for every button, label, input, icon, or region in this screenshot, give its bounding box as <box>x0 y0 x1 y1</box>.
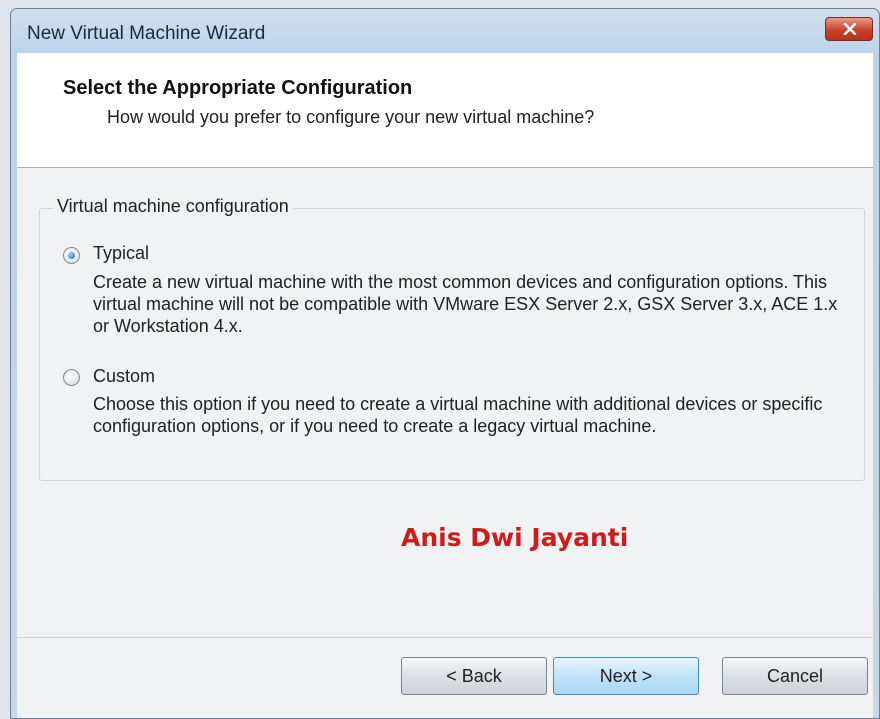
typical-label[interactable]: Typical <box>93 243 149 264</box>
back-button[interactable]: < Back <box>401 657 547 695</box>
typical-radio[interactable] <box>63 247 80 264</box>
close-button[interactable] <box>825 17 873 41</box>
window-title: New Virtual Machine Wizard <box>27 23 266 44</box>
page-title: Select the Appropriate Configuration <box>63 77 413 99</box>
configuration-group <box>39 208 865 481</box>
wizard-body: Select the Appropriate Configuration How… <box>17 53 873 718</box>
next-button[interactable]: Next > <box>553 657 699 695</box>
custom-label[interactable]: Custom <box>93 366 155 387</box>
title-bar[interactable]: New Virtual Machine Wizard <box>11 9 879 53</box>
watermark-text: Anis Dwi Jayanti <box>401 523 629 552</box>
custom-radio[interactable] <box>63 369 80 386</box>
cancel-button[interactable]: Cancel <box>722 657 868 695</box>
custom-description: Choose this option if you need to create… <box>93 394 823 436</box>
wizard-header: Select the Appropriate Configuration How… <box>17 53 873 168</box>
page-subtitle: How would you prefer to configure your n… <box>107 107 595 127</box>
wizard-window: New Virtual Machine Wizard Select the Ap… <box>10 8 880 719</box>
configuration-group-label: Virtual machine configuration <box>53 196 293 217</box>
footer-divider <box>17 637 873 638</box>
typical-description: Create a new virtual machine with the mo… <box>93 272 838 336</box>
close-icon <box>843 23 857 35</box>
